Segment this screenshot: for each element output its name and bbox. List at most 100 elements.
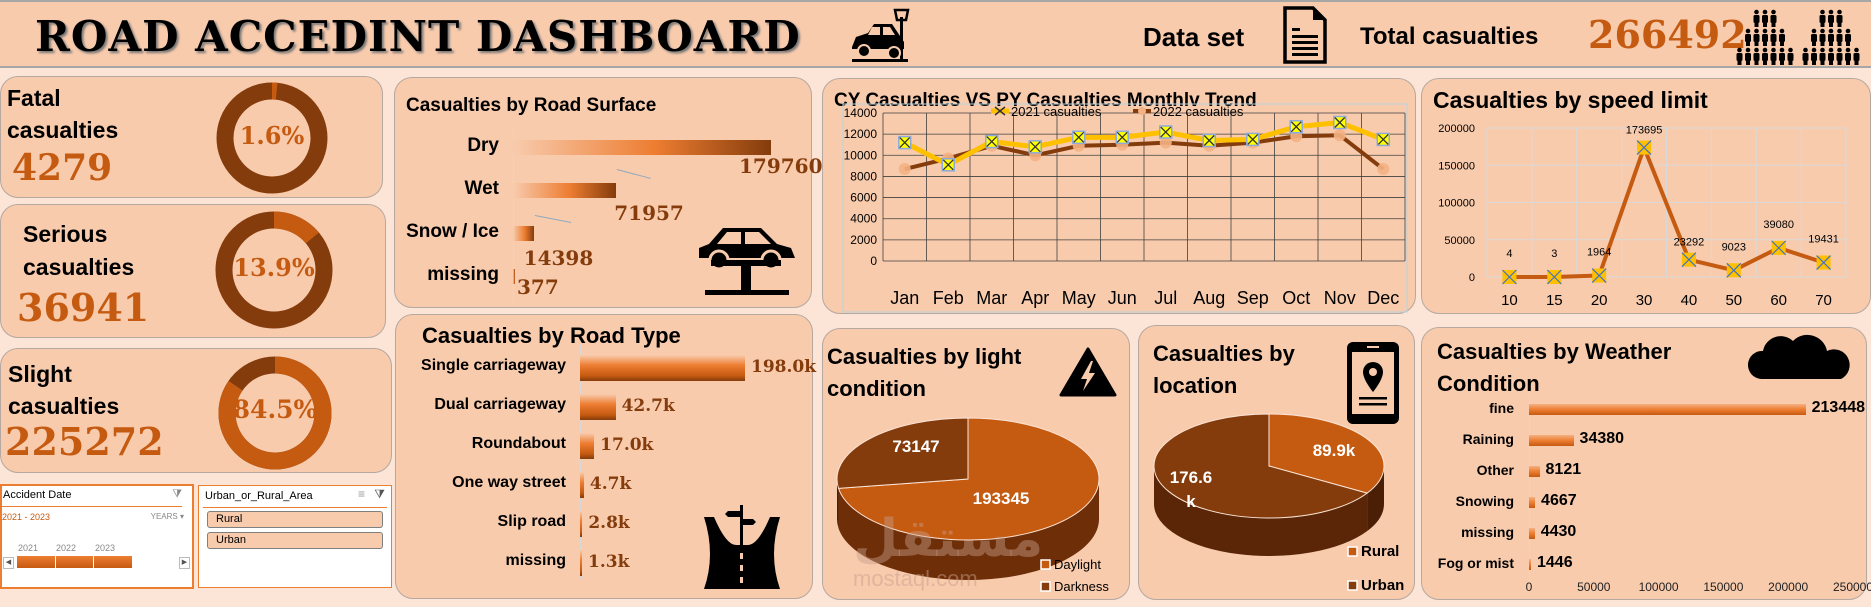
person-body bbox=[1853, 53, 1860, 61]
kpi-slight-card: Slight casualties 225272 84.5% bbox=[0, 348, 392, 473]
person-body bbox=[1802, 53, 1809, 61]
clear-filter-icon[interactable]: ⧩ bbox=[172, 488, 182, 501]
person-head bbox=[1845, 47, 1851, 53]
bar-category-label: Wet bbox=[464, 178, 499, 199]
bar-value-label: 2.8k bbox=[588, 513, 630, 533]
period-dropdown[interactable]: YEARS ▾ bbox=[151, 512, 184, 521]
x-tick-label: Oct bbox=[1282, 288, 1310, 308]
legend-label-urban: Urban bbox=[1361, 577, 1404, 594]
person-legs bbox=[1746, 60, 1750, 65]
person-legs bbox=[1820, 41, 1825, 46]
bar-category-label: Fog or mist bbox=[1437, 555, 1514, 571]
person-legs bbox=[1837, 41, 1842, 46]
bar-category-label: missing bbox=[505, 552, 566, 569]
person-head bbox=[1754, 28, 1759, 34]
person-body bbox=[1845, 53, 1851, 61]
area-slicer[interactable]: Urban_or_Rural_Area ≡ ⧩ Rural Urban bbox=[198, 485, 392, 588]
person-legs bbox=[1780, 60, 1784, 65]
scroll-left-button[interactable]: ◀ bbox=[3, 557, 14, 569]
watermark-arabic: مستقل bbox=[853, 509, 1044, 569]
person-legs bbox=[1829, 41, 1833, 46]
person-head bbox=[1745, 47, 1751, 53]
person-body bbox=[1753, 53, 1760, 61]
accident-date-slicer[interactable]: Accident Date ⧩ 2021 - 2023 YEARS ▾ 2021… bbox=[0, 484, 194, 589]
person-head bbox=[1845, 28, 1851, 34]
legend-swatch-rural bbox=[1347, 546, 1358, 557]
road-type-title: Casualties by Road Type bbox=[422, 323, 681, 348]
x-tick-label: 10 bbox=[1501, 292, 1518, 309]
y-tick-label: 50000 bbox=[1444, 235, 1475, 247]
person-body bbox=[1819, 53, 1826, 61]
x-tick-label: May bbox=[1062, 288, 1096, 308]
bar-value-label: 4667 bbox=[1541, 492, 1577, 509]
person-body bbox=[1828, 34, 1834, 42]
person-body bbox=[1745, 53, 1751, 61]
person-legs bbox=[1754, 22, 1759, 27]
person-legs bbox=[1846, 60, 1850, 65]
person-head bbox=[1745, 28, 1751, 34]
weather-panel: Casualties by Weather Condition fine 2134… bbox=[1421, 327, 1871, 600]
timeline-2022[interactable] bbox=[56, 556, 95, 568]
timeline-2021[interactable] bbox=[17, 556, 56, 568]
bar-0 bbox=[513, 140, 771, 155]
person-body bbox=[1779, 34, 1785, 42]
pie-data-label: 176.6 bbox=[1170, 468, 1213, 487]
bar-category-label: Snowing bbox=[1455, 493, 1514, 509]
x-tick-label: Jun bbox=[1108, 288, 1137, 308]
x-tick-label: 70 bbox=[1815, 292, 1832, 309]
legend-swatch-darkness bbox=[1040, 581, 1051, 592]
bar-2 bbox=[1529, 466, 1540, 477]
slicer-divider bbox=[2, 506, 182, 507]
area-item-rural[interactable]: Rural bbox=[207, 511, 383, 528]
bar-value-label: 213448 bbox=[1811, 399, 1866, 416]
person-legs bbox=[1763, 41, 1767, 46]
area-item-urban[interactable]: Urban bbox=[207, 532, 383, 549]
kpi-fatal-value: 4279 bbox=[12, 147, 113, 189]
pie-data-label: 193345 bbox=[973, 489, 1030, 508]
scroll-right-button[interactable]: ▶ bbox=[179, 557, 190, 569]
timeline-bar[interactable] bbox=[17, 556, 132, 568]
person-legs bbox=[1812, 60, 1816, 65]
document-icon[interactable] bbox=[1282, 6, 1328, 64]
person-head bbox=[1762, 9, 1768, 15]
multi-select-icon[interactable]: ≡ bbox=[358, 487, 365, 501]
person-head bbox=[1811, 28, 1817, 34]
bar-value-label: 34380 bbox=[1579, 430, 1625, 447]
person-head bbox=[1837, 9, 1842, 15]
bar-value-label: 377 bbox=[517, 275, 559, 299]
bar-category-label: Slip road bbox=[497, 513, 566, 530]
person-head bbox=[1762, 47, 1768, 53]
pie-data-label: 89.9k bbox=[1313, 441, 1356, 460]
road-sign-icon bbox=[704, 505, 780, 589]
speed-data-label: 4 bbox=[1506, 248, 1512, 260]
location-pie: 89.9k 176.6 k Rural Urban bbox=[1153, 413, 1404, 594]
x-tick-label: 15 bbox=[1546, 292, 1563, 309]
pie-data-label: k bbox=[1186, 492, 1196, 511]
clear-filter-icon[interactable]: ⧩ bbox=[374, 487, 385, 502]
person-head bbox=[1737, 47, 1742, 53]
speed-data-label: 173695 bbox=[1626, 125, 1663, 137]
person-legs bbox=[1771, 60, 1776, 65]
person-head bbox=[1837, 47, 1842, 53]
person-head bbox=[1820, 47, 1825, 53]
person-head bbox=[1828, 47, 1834, 53]
legend-label-rural: Rural bbox=[1361, 543, 1399, 560]
speed-data-label: 1964 bbox=[1587, 247, 1611, 259]
person-head bbox=[1771, 28, 1776, 34]
person-body bbox=[1762, 53, 1768, 61]
marker-2022 bbox=[1377, 163, 1390, 176]
person-body bbox=[1753, 34, 1760, 42]
person-head bbox=[1771, 47, 1776, 53]
x-tick-label: 50 bbox=[1725, 292, 1742, 309]
bar-2 bbox=[580, 433, 595, 459]
kpi-fatal-card: Fatal casualties 4279 1.6% bbox=[0, 76, 383, 198]
bar-value-label: 42.7k bbox=[621, 396, 675, 416]
speed-data-label: 39080 bbox=[1763, 219, 1794, 231]
x-tick-label: 0 bbox=[1525, 580, 1533, 594]
person-legs bbox=[1820, 22, 1825, 27]
person-body bbox=[1736, 53, 1743, 61]
timeline-2023[interactable] bbox=[94, 556, 132, 568]
person-head bbox=[1788, 47, 1793, 53]
bar-value-label: 4430 bbox=[1540, 523, 1577, 540]
y-tick-label: 4000 bbox=[850, 212, 877, 226]
